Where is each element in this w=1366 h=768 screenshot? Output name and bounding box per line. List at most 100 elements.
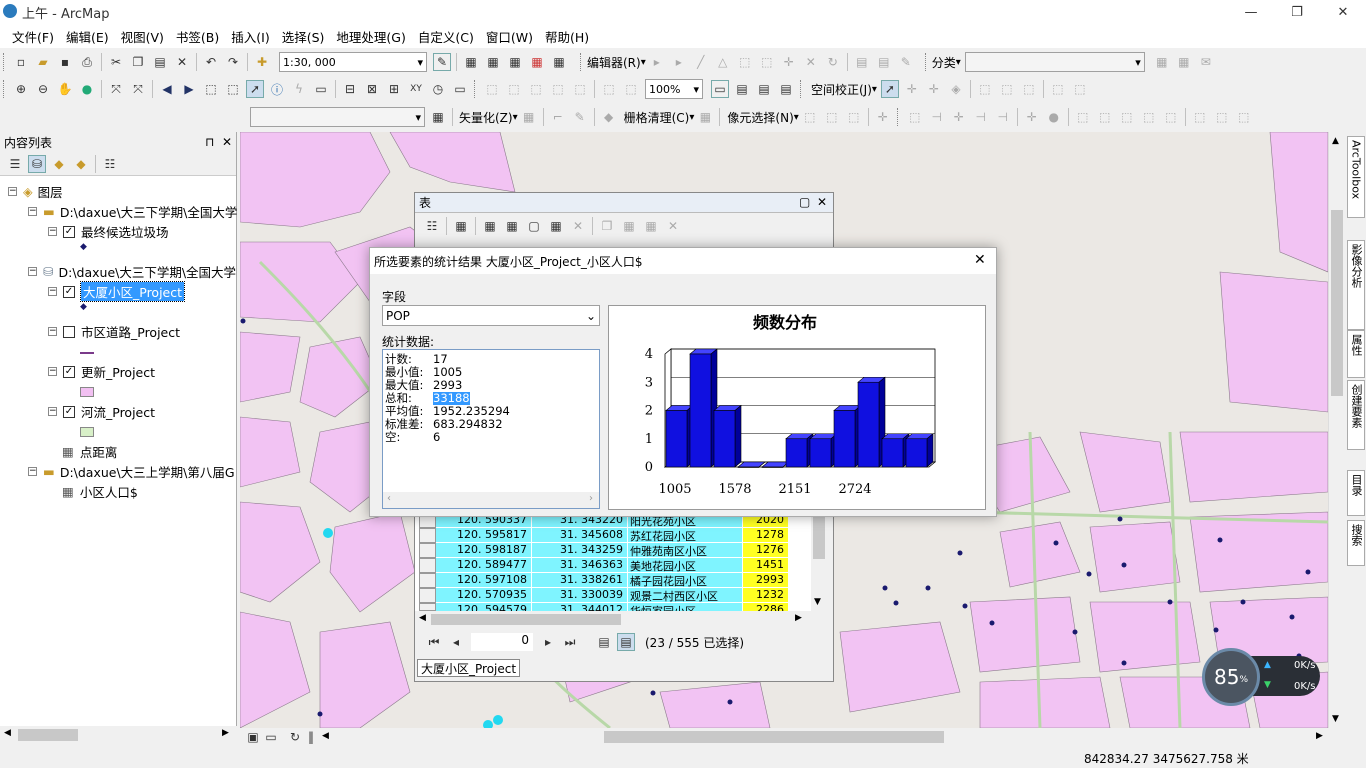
layout-view-icon[interactable]: ▭	[262, 728, 280, 746]
record-number-input[interactable]: 0	[471, 633, 533, 651]
grid-vscroll-thumb[interactable]	[813, 515, 825, 559]
pan-icon[interactable]: ✋	[56, 80, 74, 98]
list-by-source-icon[interactable]: ⛁	[28, 154, 46, 173]
table-row[interactable]: 120. 594579 31. 344012 华恒家园小区 2286	[419, 603, 789, 611]
menu-help[interactable]: 帮助(H)	[539, 27, 595, 46]
paste-icon[interactable]: ▤	[151, 53, 169, 71]
tree-group-2[interactable]: − ⛁ D:\daxue\大三下学期\全国大学	[28, 262, 236, 281]
prev-record-icon[interactable]: ◂	[447, 633, 465, 651]
table-row[interactable]: 120. 589477 31. 346363 美地花园小区 1451	[419, 558, 789, 573]
fixed-zoom-out-icon[interactable]: ⤧	[129, 80, 147, 98]
layer-candidate-sites[interactable]: − ✓ 最终候选垃圾场	[48, 222, 169, 241]
search-tab[interactable]: 搜索	[1347, 520, 1365, 566]
layer-visibility-checkbox[interactable]: ✓	[63, 365, 75, 378]
scale-dropdown[interactable]: 1:30, 000 ▾	[279, 52, 427, 72]
raster-settings-icon[interactable]: ▦	[429, 108, 447, 126]
pause-draw-icon[interactable]: ‖	[302, 728, 320, 746]
stats-hscroll[interactable]: ‹ ›	[383, 492, 599, 508]
new-doc-icon[interactable]: ▫	[12, 53, 30, 71]
zoom-out-icon[interactable]: ⊖	[34, 80, 52, 98]
print-icon[interactable]: ⎙	[78, 53, 96, 71]
search-window-icon[interactable]: ▦	[506, 53, 524, 71]
table-population[interactable]: ▦ 小区人口$	[62, 482, 138, 501]
grid-hscroll-thumb[interactable]	[431, 614, 621, 625]
toc-options-icon[interactable]: ☷	[101, 155, 119, 173]
redo-icon[interactable]: ↷	[224, 53, 242, 71]
catalog-tab[interactable]: 目录	[1347, 470, 1365, 516]
table-tab[interactable]: 大厦小区_Project	[417, 659, 521, 677]
find-icon[interactable]: ⊠	[363, 80, 381, 98]
next-record-icon[interactable]: ▸	[539, 633, 557, 651]
zoom-percent-dropdown[interactable]: 100% ▾	[645, 79, 703, 99]
clear-selection-icon[interactable]: ⬚	[224, 80, 242, 98]
go-to-xy-icon[interactable]: XY	[407, 80, 425, 98]
hyperlink-icon[interactable]: ϟ	[290, 80, 308, 98]
maximize-button[interactable]: ❐	[1274, 0, 1320, 24]
table-options-icon[interactable]: ☷	[423, 217, 441, 235]
find-route-icon[interactable]: ⊞	[385, 80, 403, 98]
catalog-icon[interactable]: ▦	[484, 53, 502, 71]
back-extent-icon[interactable]: ◀	[158, 80, 176, 98]
clear-table-selection-icon[interactable]: ▢	[525, 217, 543, 235]
table-row[interactable]: 120. 598187 31. 343259 仲雅苑南区小区 1276	[419, 543, 789, 558]
list-by-selection-icon[interactable]: ◆	[72, 155, 90, 173]
layer-visibility-checkbox[interactable]: ✓	[63, 285, 75, 298]
spatial-select-icon[interactable]: ➚	[880, 80, 899, 98]
related-tables-icon[interactable]: ▦	[452, 217, 470, 235]
map-hscroll[interactable]: ▣ ▭ ↻ ‖ ◀ ▶	[240, 728, 1328, 746]
list-by-visibility-icon[interactable]: ◆	[50, 155, 68, 173]
open-icon[interactable]: ▰	[34, 53, 52, 71]
map-vscroll-thumb[interactable]	[1331, 210, 1343, 396]
create-features-tab[interactable]: 创建要素	[1347, 380, 1365, 450]
full-extent-icon[interactable]: ●	[78, 80, 96, 98]
menu-view[interactable]: 视图(V)	[115, 27, 170, 46]
layer-update-project[interactable]: − ✓ 更新_Project	[48, 362, 155, 381]
list-by-drawing-order-icon[interactable]: ☰	[6, 155, 24, 173]
table-distance[interactable]: ▦ 点距离	[62, 442, 117, 461]
editor-menu[interactable]: 编辑器(R)	[587, 54, 641, 71]
map-vscroll[interactable]: ▲ ▼	[1328, 132, 1344, 728]
toc-hscroll[interactable]: ◀ ▶	[0, 726, 237, 744]
classify-dropdown[interactable]: ▾	[964, 52, 1145, 72]
undo-icon[interactable]: ↶	[202, 53, 220, 71]
attribute-grid[interactable]: 120. 590337 31. 343220 阳光花苑小区 2020 120. …	[415, 513, 811, 611]
minimize-button[interactable]: —	[1228, 0, 1274, 24]
show-selected-records-icon[interactable]: ▤	[617, 633, 635, 651]
table-row[interactable]: 120. 597108 31. 338261 橘子园花园小区 2993	[419, 573, 789, 588]
show-all-records-icon[interactable]: ▤	[595, 633, 613, 651]
layer-visibility-checkbox[interactable]	[63, 325, 75, 338]
editor-toolbar-icon[interactable]: ✎	[433, 53, 451, 71]
toc-scroll-thumb[interactable]	[18, 729, 78, 741]
delete-icon[interactable]: ✕	[173, 53, 191, 71]
grid-vscroll[interactable]: ▼	[811, 513, 827, 611]
html-popup-icon[interactable]: ▭	[312, 80, 330, 98]
layer-building-project[interactable]: − ✓ 大厦小区_Project	[48, 281, 186, 302]
toc-close-icon[interactable]: ✕	[222, 135, 232, 149]
first-record-icon[interactable]: ⏮	[425, 633, 443, 651]
menu-geoprocessing[interactable]: 地理处理(G)	[330, 27, 411, 46]
fixed-zoom-in-icon[interactable]: ⤧	[107, 80, 125, 98]
zoom-in-icon[interactable]: ⊕	[12, 80, 30, 98]
table-row[interactable]: 120. 570935 31. 330039 观景二村西区小区 1232	[419, 588, 789, 603]
add-data-icon[interactable]: ✚	[253, 53, 271, 71]
table-close-icon[interactable]: ✕	[817, 195, 827, 209]
save-icon[interactable]: ▪	[56, 53, 74, 71]
map-hscroll-thumb[interactable]	[604, 731, 944, 743]
last-record-icon[interactable]: ⏭	[561, 633, 579, 651]
copy-icon[interactable]: ❐	[129, 53, 147, 71]
menu-customize[interactable]: 自定义(C)	[412, 27, 480, 46]
grid-hscroll[interactable]: ◀ ▶	[415, 611, 811, 627]
layer-roads[interactable]: − 市区道路_Project	[48, 322, 180, 341]
layer-visibility-checkbox[interactable]: ✓	[63, 405, 75, 418]
table-row[interactable]: 120. 595817 31. 345608 苏红花园小区 1278	[419, 528, 789, 543]
raster-layer-dropdown[interactable]: ▾	[250, 107, 425, 127]
zoom-to-selected-icon[interactable]: ▦	[547, 217, 565, 235]
python-icon[interactable]: ▦	[550, 53, 568, 71]
viewer-icon[interactable]: ▭	[451, 80, 469, 98]
table-maximize-icon[interactable]: ▢	[799, 195, 810, 209]
tree-group-1[interactable]: − ▬ D:\daxue\大三下学期\全国大学	[28, 202, 237, 221]
memory-gauge[interactable]: 85%	[1202, 648, 1260, 706]
layer-river-project[interactable]: − ✓ 河流_Project	[48, 402, 155, 421]
image-analysis-tab[interactable]: 影像分析	[1347, 240, 1365, 330]
spatial-adjust-menu[interactable]: 空间校正(J)	[811, 81, 872, 98]
